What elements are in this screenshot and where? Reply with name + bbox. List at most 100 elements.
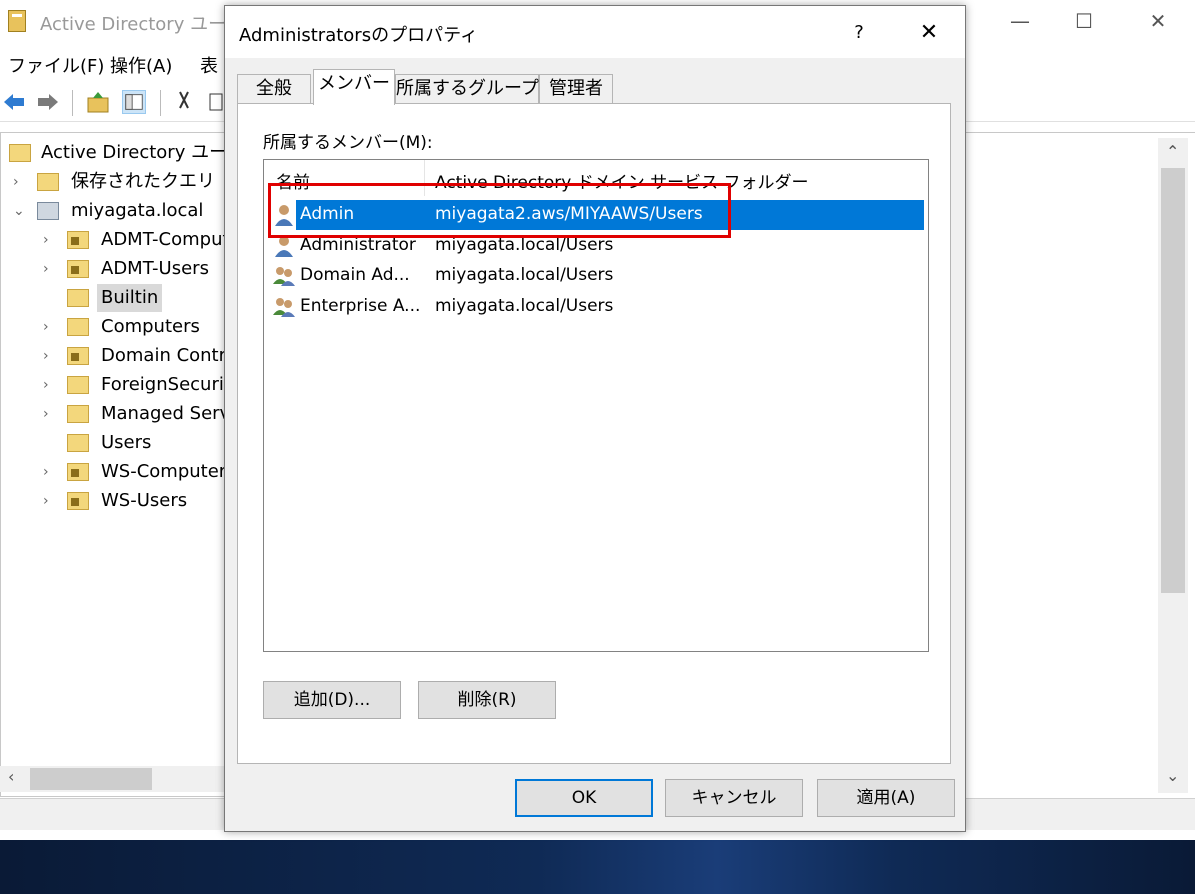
list-item[interactable]: Domain Ad... miyagata.local/Users bbox=[264, 261, 928, 291]
ou-badge-icon bbox=[71, 469, 79, 477]
scroll-down-icon[interactable]: ⌄ bbox=[1166, 766, 1179, 785]
tree-item-label: Managed Servi bbox=[101, 403, 225, 424]
apply-button[interactable]: 適用(A) bbox=[817, 779, 955, 817]
ou-folder-icon bbox=[67, 347, 89, 365]
group-icon bbox=[273, 297, 295, 317]
vertical-scrollbar[interactable]: ⌃ ⌄ bbox=[1158, 138, 1188, 793]
member-name: Admin bbox=[300, 204, 355, 224]
folder-icon bbox=[37, 173, 59, 191]
cut-icon[interactable] bbox=[172, 90, 196, 114]
help-button[interactable]: ? bbox=[839, 16, 879, 50]
show-console-tree-icon[interactable] bbox=[122, 90, 146, 114]
properties-dialog: Administratorsのプロパティ ? ✕ 全般 メンバー 所属するグルー… bbox=[224, 5, 966, 832]
ou-badge-icon bbox=[71, 266, 79, 274]
tree-item-label: ADMT-Users bbox=[101, 258, 209, 279]
forward-arrow-icon[interactable] bbox=[36, 90, 60, 114]
member-name: Domain Ad... bbox=[300, 265, 410, 285]
expand-chevron-icon[interactable]: › bbox=[43, 400, 57, 428]
tab-managed-by[interactable]: 管理者 bbox=[539, 74, 613, 104]
members-list[interactable]: 名前 Active Directory ドメイン サービス フォルダー Admi… bbox=[263, 159, 929, 652]
close-button[interactable]: ✕ bbox=[1138, 6, 1178, 36]
member-folder: miyagata.local/Users bbox=[435, 234, 614, 255]
dialog-titlebar: Administratorsのプロパティ ? ✕ bbox=[225, 6, 965, 58]
folder-icon bbox=[67, 318, 89, 336]
user-icon bbox=[275, 205, 293, 226]
tree-item-label: miyagata.local bbox=[71, 200, 204, 221]
member-folder: miyagata.local/Users bbox=[435, 295, 614, 316]
ou-folder-icon bbox=[67, 463, 89, 481]
member-folder: miyagata2.aws/MIYAAWS/Users bbox=[435, 204, 703, 224]
dialog-title: Administratorsのプロパティ bbox=[239, 25, 479, 46]
expand-chevron-icon[interactable]: › bbox=[43, 313, 57, 341]
folder-icon bbox=[67, 434, 89, 452]
column-header-folder[interactable]: Active Directory ドメイン サービス フォルダー bbox=[435, 168, 809, 193]
tab-members[interactable]: メンバー bbox=[313, 69, 395, 105]
ou-badge-icon bbox=[71, 353, 79, 361]
tree-item-label: WS-Users bbox=[101, 490, 188, 511]
members-label: 所属するメンバー(M): bbox=[263, 133, 433, 153]
ou-folder-icon bbox=[67, 231, 89, 249]
tab-member-of[interactable]: 所属するグループ bbox=[395, 74, 539, 104]
tree-item-label: 保存されたクエリ bbox=[71, 171, 215, 192]
folder-icon bbox=[67, 376, 89, 394]
ou-folder-icon bbox=[67, 260, 89, 278]
expand-chevron-icon[interactable]: › bbox=[43, 487, 57, 515]
ou-badge-icon bbox=[71, 237, 79, 245]
scrollbar-thumb[interactable] bbox=[1161, 168, 1185, 593]
expand-chevron-icon[interactable]: › bbox=[13, 168, 27, 196]
expand-chevron-icon[interactable]: › bbox=[43, 255, 57, 283]
maximize-button[interactable]: ☐ bbox=[1064, 6, 1104, 36]
tree-item-label: ADMT-Comput bbox=[101, 229, 225, 250]
scroll-left-icon[interactable]: ‹ bbox=[8, 767, 14, 786]
column-separator[interactable] bbox=[424, 160, 425, 196]
ou-badge-icon bbox=[71, 498, 79, 506]
expand-chevron-icon[interactable]: › bbox=[43, 342, 57, 370]
mmc-window-title: Active Directory ユーザ bbox=[40, 14, 244, 35]
dialog-close-button[interactable]: ✕ bbox=[907, 16, 951, 50]
menu-view[interactable]: 表 bbox=[200, 52, 218, 78]
up-folder-icon[interactable] bbox=[86, 90, 110, 114]
scroll-up-icon[interactable]: ⌃ bbox=[1166, 142, 1179, 161]
ok-button[interactable]: OK bbox=[515, 779, 653, 817]
group-icon bbox=[273, 267, 295, 286]
tree-item-label: Active Directory ユーザ bbox=[41, 142, 225, 163]
members-tab-panel: 所属するメンバー(M): 名前 Active Directory ドメイン サー… bbox=[237, 103, 951, 764]
toolbar-separator bbox=[160, 90, 161, 116]
tab-general[interactable]: 全般 bbox=[237, 74, 311, 104]
expand-chevron-icon[interactable]: › bbox=[43, 458, 57, 486]
remove-button[interactable]: 削除(R) bbox=[418, 681, 556, 719]
expand-chevron-icon[interactable]: › bbox=[43, 226, 57, 254]
list-item[interactable]: Enterprise A... miyagata.local/Users bbox=[264, 292, 928, 322]
tree-item-label: Users bbox=[101, 432, 152, 453]
tree-item-label: ForeignSecurit bbox=[101, 374, 225, 395]
tree-item-label: WS-Computers bbox=[101, 461, 225, 482]
member-name: Administrator bbox=[300, 234, 416, 255]
minimize-button[interactable]: — bbox=[1000, 6, 1040, 36]
list-item[interactable]: Administrator miyagata.local/Users bbox=[264, 231, 928, 261]
tree-horizontal-scrollbar[interactable]: ‹ bbox=[0, 766, 225, 792]
cancel-button[interactable]: キャンセル bbox=[665, 779, 803, 817]
collapse-chevron-icon[interactable]: ⌄ bbox=[13, 197, 27, 225]
user-icon bbox=[275, 235, 293, 257]
ou-folder-icon bbox=[67, 492, 89, 510]
list-item[interactable]: Admin miyagata2.aws/MIYAAWS/Users bbox=[264, 200, 928, 230]
app-icon bbox=[8, 10, 26, 32]
member-folder: miyagata.local/Users bbox=[435, 265, 614, 285]
menu-file[interactable]: ファイル(F) bbox=[8, 52, 104, 78]
tree-item-label: Domain Contro bbox=[101, 345, 225, 366]
folder-icon bbox=[67, 405, 89, 423]
column-header-name[interactable]: 名前 bbox=[276, 168, 310, 193]
expand-chevron-icon[interactable]: › bbox=[43, 371, 57, 399]
domain-icon bbox=[37, 202, 59, 220]
toolbar-separator bbox=[72, 90, 73, 116]
add-button[interactable]: 追加(D)... bbox=[263, 681, 401, 719]
menu-action[interactable]: 操作(A) bbox=[110, 52, 172, 78]
taskbar bbox=[0, 840, 1195, 894]
list-header: 名前 Active Directory ドメイン サービス フォルダー bbox=[264, 160, 928, 196]
tree-item-label: Computers bbox=[101, 316, 200, 337]
ad-console-icon bbox=[9, 144, 31, 162]
back-arrow-icon[interactable] bbox=[2, 90, 26, 114]
member-name: Enterprise A... bbox=[300, 295, 421, 316]
scrollbar-thumb[interactable] bbox=[30, 768, 152, 790]
console-tree: Active Directory ユーザ › 保存されたクエリ ⌄ miyagata.l… bbox=[0, 132, 225, 797]
